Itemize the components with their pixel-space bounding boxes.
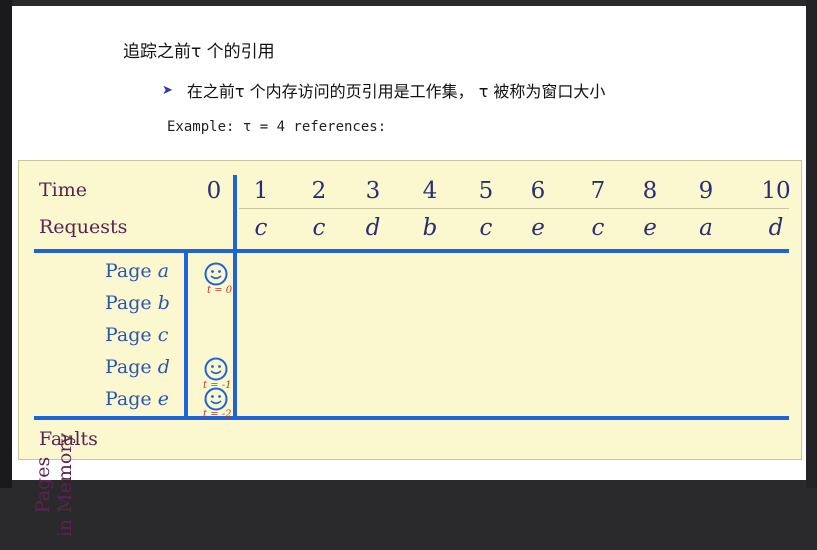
request-value: c <box>254 215 268 241</box>
page-row: Page e <box>105 388 169 410</box>
smiley-icon <box>204 262 228 286</box>
request-value: d <box>365 215 381 241</box>
time-value: 2 <box>311 178 327 204</box>
time-value: 7 <box>590 178 606 204</box>
page-letter: c <box>157 324 169 346</box>
page-prefix: Page <box>105 356 158 378</box>
time-value: 8 <box>642 178 658 204</box>
pages-label-line2: in Memory <box>54 432 76 538</box>
page-letter: d <box>157 356 170 378</box>
arrow-bullet-icon: ➤ <box>162 82 173 98</box>
page-prefix: Page <box>105 292 158 314</box>
request-value: c <box>591 215 605 241</box>
smiley-icon <box>204 357 228 381</box>
right-frame-edge <box>806 0 817 488</box>
pages-label-line1: Pages <box>32 456 54 514</box>
page-letter: b <box>157 292 170 314</box>
time-value: 5 <box>478 178 494 204</box>
request-value: c <box>312 215 326 241</box>
time-value: 1 <box>253 178 269 204</box>
time-value: 10 <box>761 178 791 204</box>
time-value: 0 <box>206 178 222 204</box>
request-value: d <box>768 215 784 241</box>
page-prefix: Page <box>105 324 158 346</box>
time-zero-divider <box>233 175 237 418</box>
page-row: Page d <box>105 356 170 378</box>
requests-label: Requests <box>39 216 128 238</box>
request-value: e <box>643 215 657 241</box>
time-label: Time <box>39 179 88 201</box>
marker-time-label: t = -2 <box>203 409 232 420</box>
sub-bullet: ➤ 在之前τ 个内存访问的页引用是工作集， τ 被称为窗口大小 <box>162 78 605 102</box>
page-prefix: Page <box>105 260 158 282</box>
header-rule <box>34 249 789 253</box>
page-letter: a <box>157 260 170 282</box>
marker-time-label: t = 0 <box>207 285 233 296</box>
request-value: e <box>531 215 545 241</box>
working-set-table: Time Requests Faults 0 1 2 3 4 5 6 7 8 9… <box>18 160 802 537</box>
request-value: a <box>699 215 713 241</box>
sub-bullet-text: 在之前τ 个内存访问的页引用是工作集， τ 被称为窗口大小 <box>186 82 606 101</box>
bullet-working-set-definition: 追踪之前τ 个的引用 <box>123 42 275 62</box>
smiley-icon <box>204 387 228 411</box>
time-value: 9 <box>698 178 714 204</box>
slide: 追踪之前τ 个的引用 ➤ 在之前τ 个内存访问的页引用是工作集， τ 被称为窗口… <box>12 6 806 537</box>
time-value: 3 <box>365 178 381 204</box>
footer-rule <box>34 416 789 420</box>
page-letter: e <box>157 388 169 410</box>
example-text: Example: τ = 4 references: <box>167 119 387 135</box>
page-row: Page b <box>105 292 170 314</box>
row-divider <box>239 208 789 209</box>
time-value: 4 <box>422 178 438 204</box>
pages-column-divider <box>184 249 188 419</box>
page-row: Page c <box>105 324 168 346</box>
page-prefix: Page <box>105 388 158 410</box>
pages-in-memory-label: Pages in Memory <box>32 420 80 550</box>
page-row: Page a <box>105 260 169 282</box>
request-value: b <box>422 215 438 241</box>
request-value: c <box>479 215 493 241</box>
left-frame-edge <box>0 0 12 488</box>
time-value: 6 <box>530 178 546 204</box>
